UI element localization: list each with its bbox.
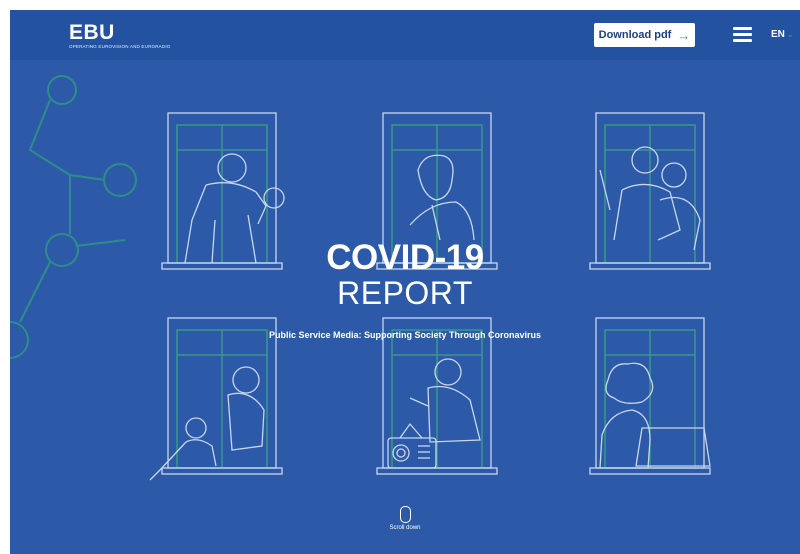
language-label: EN <box>771 29 785 40</box>
molecule-decoration <box>10 75 137 359</box>
mouse-scroll-icon <box>399 506 411 523</box>
hero-title-secondary: REPORT <box>337 275 473 311</box>
hero-subtitle: Public Service Media: Supporting Society… <box>268 330 542 340</box>
scroll-down-indicator[interactable]: Scroll down <box>385 506 425 531</box>
hamburger-menu-icon[interactable] <box>733 27 752 42</box>
window-bottom-right <box>589 317 711 475</box>
chevron-down-icon: ⌄ <box>786 30 794 39</box>
top-navigation-bar: EBU OPERATING EUROVISION AND EURORADIO D… <box>10 10 800 60</box>
scroll-down-label: Scroll down <box>389 525 421 531</box>
logo-wordmark: EBU <box>69 21 115 44</box>
language-selector[interactable]: EN ⌄ <box>771 29 794 40</box>
download-pdf-label: Download pdf <box>598 29 672 41</box>
page-frame: EBU OPERATING EUROVISION AND EURORADIO D… <box>10 10 800 554</box>
window-bottom-middle <box>376 317 498 475</box>
hero-title: COVID-19 <box>326 238 484 277</box>
window-bottom-left <box>149 317 283 481</box>
logo-tagline: OPERATING EUROVISION AND EURORADIO <box>69 44 171 49</box>
ebu-logo[interactable]: EBU OPERATING EUROVISION AND EURORADIO <box>69 22 170 49</box>
download-pdf-button[interactable]: Download pdf → <box>594 23 695 47</box>
arrow-right-icon: → <box>677 27 691 43</box>
